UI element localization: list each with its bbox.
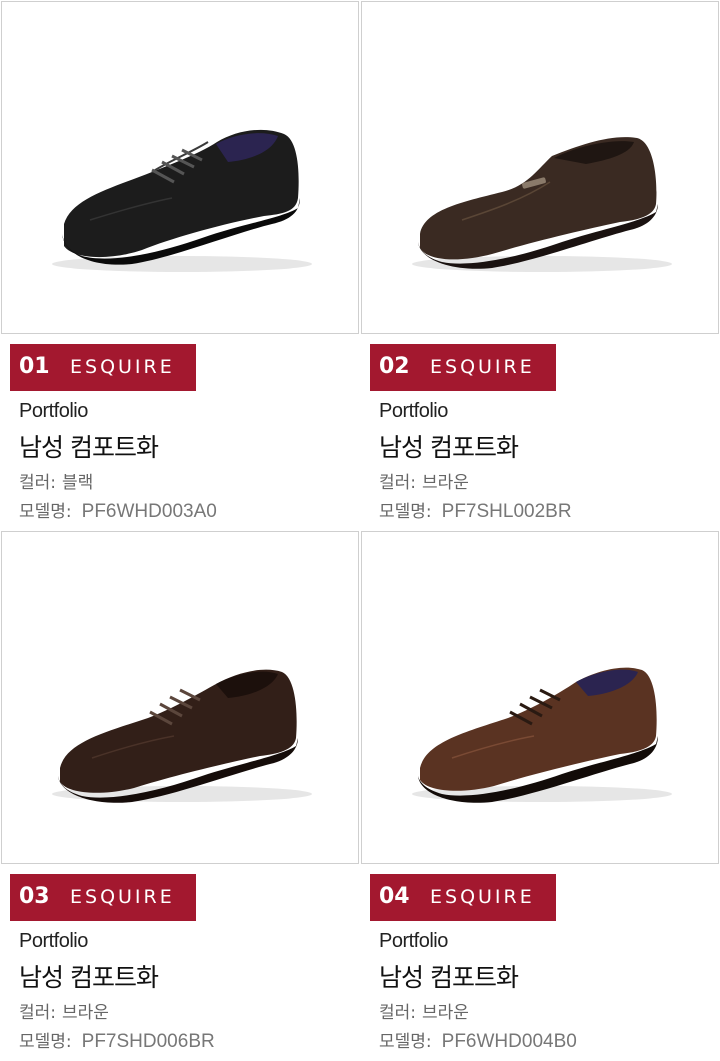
- brand-bar: 01 ESQUIRE: [10, 344, 196, 391]
- product-image[interactable]: [1, 1, 359, 334]
- product-series: Portfolio: [19, 930, 88, 952]
- model-label: 모델명:: [19, 1032, 72, 1052]
- product-series: Portfolio: [379, 400, 448, 422]
- color-value: 브라운: [422, 1003, 469, 1023]
- shoe-image: [52, 669, 312, 803]
- model-info: 모델명: PF7SHL002BR: [379, 497, 572, 523]
- product-number: 02: [379, 354, 410, 379]
- product-number: 04: [379, 884, 410, 909]
- product-title[interactable]: 남성 컴포트화: [379, 958, 519, 994]
- product-image[interactable]: [361, 531, 719, 864]
- color-label: 컬러:: [19, 473, 57, 493]
- product-title[interactable]: 남성 컴포트화: [379, 428, 519, 464]
- color-value: 브라운: [422, 473, 469, 493]
- product-series: Portfolio: [379, 930, 448, 952]
- brand-logo: ESQUIRE: [430, 356, 535, 378]
- color-label: 컬러:: [379, 473, 417, 493]
- brand-logo: ESQUIRE: [70, 886, 175, 908]
- model-value: PF6WHD003A0: [81, 501, 217, 522]
- color-label: 컬러:: [19, 1003, 57, 1023]
- brand-logo: ESQUIRE: [70, 356, 175, 378]
- shoe-image: [52, 129, 312, 272]
- product-number: 03: [19, 884, 50, 909]
- color-info: 컬러: 브라운: [379, 468, 469, 493]
- model-label: 모델명:: [379, 502, 432, 522]
- brand-logo: ESQUIRE: [430, 886, 535, 908]
- color-label: 컬러:: [379, 1003, 417, 1023]
- model-value: PF6WHD004B0: [441, 1031, 577, 1052]
- model-info: 모델명: PF7SHD006BR: [19, 1027, 215, 1053]
- product-card[interactable]: 02 ESQUIRE Portfolio 남성 컴포트화 컬러: 브라운 모델명:…: [361, 1, 719, 531]
- model-label: 모델명:: [19, 502, 72, 522]
- color-info: 컬러: 브라운: [19, 998, 109, 1023]
- brand-bar: 02 ESQUIRE: [370, 344, 556, 391]
- model-info: 모델명: PF6WHD004B0: [379, 1027, 577, 1053]
- brand-bar: 04 ESQUIRE: [370, 874, 556, 921]
- product-title[interactable]: 남성 컴포트화: [19, 428, 159, 464]
- color-info: 컬러: 브라운: [379, 998, 469, 1023]
- product-card[interactable]: 04 ESQUIRE Portfolio 남성 컴포트화 컬러: 브라운 모델명:…: [361, 531, 719, 1061]
- shoe-image: [412, 137, 672, 272]
- color-info: 컬러: 블랙: [19, 468, 93, 493]
- product-series: Portfolio: [19, 400, 88, 422]
- product-title[interactable]: 남성 컴포트화: [19, 958, 159, 994]
- brand-bar: 03 ESQUIRE: [10, 874, 196, 921]
- model-value: PF7SHL002BR: [441, 501, 572, 522]
- product-number: 01: [19, 354, 50, 379]
- shoe-image: [412, 667, 672, 803]
- model-info: 모델명: PF6WHD003A0: [19, 497, 217, 523]
- model-label: 모델명:: [379, 1032, 432, 1052]
- product-image[interactable]: [361, 1, 719, 334]
- model-value: PF7SHD006BR: [81, 1031, 215, 1052]
- product-card[interactable]: 01 ESQUIRE Portfolio 남성 컴포트화 컬러: 블랙 모델명: P…: [1, 1, 359, 531]
- color-value: 브라운: [62, 1003, 109, 1023]
- product-card[interactable]: 03 ESQUIRE Portfolio 남성 컴포트화 컬러: 브라운 모델명:…: [1, 531, 359, 1061]
- color-value: 블랙: [62, 473, 94, 493]
- product-image[interactable]: [1, 531, 359, 864]
